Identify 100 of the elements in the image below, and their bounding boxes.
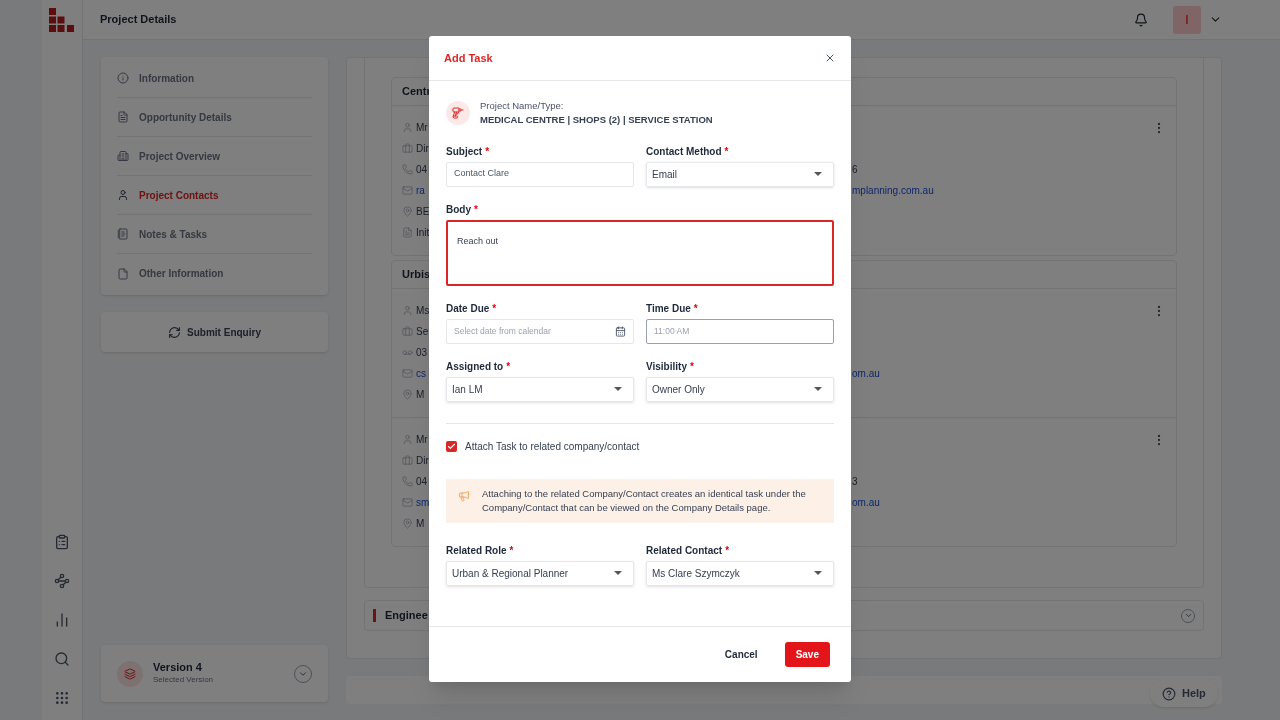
attach-checkbox[interactable]	[446, 440, 457, 452]
save-button[interactable]: Save	[784, 642, 830, 667]
nav-item[interactable]: Project Overview	[117, 137, 312, 176]
version-subtitle: Selected Version	[153, 674, 214, 687]
person-icon	[402, 434, 413, 445]
megaphone-icon	[458, 489, 470, 502]
contact-detail: Init	[416, 226, 430, 240]
date-field[interactable]: Select date from calendar	[446, 318, 634, 344]
contact-detail: Dir	[416, 454, 429, 468]
person-icon	[117, 189, 129, 201]
apps-grid-icon[interactable]	[54, 690, 70, 706]
nav-item[interactable]: Opportunity Details	[117, 98, 312, 137]
mail-icon	[402, 185, 413, 196]
contact-detail: Mr	[416, 121, 428, 135]
field-label: Body	[446, 202, 471, 217]
search-icon[interactable]	[54, 651, 70, 667]
contact-detail: 3	[852, 475, 858, 489]
required-mark: *	[725, 543, 730, 558]
person-icon	[402, 122, 413, 133]
email-link[interactable]: sm	[416, 495, 430, 510]
dropdown-caret-icon	[614, 387, 622, 391]
person-icon	[402, 305, 413, 316]
time-field[interactable]: 11:00 AM	[646, 318, 834, 344]
field-label: Contact Method	[646, 144, 722, 159]
required-mark: *	[509, 543, 514, 558]
briefcase-icon	[402, 455, 413, 466]
company-name: Urbis	[402, 267, 431, 283]
dropdown[interactable]: Ms Clare Szymczyk	[646, 560, 834, 586]
cancel-button[interactable]: Cancel	[713, 642, 769, 667]
nav-item[interactable]: Information	[117, 59, 312, 98]
field-label: Assigned to	[446, 359, 504, 374]
location-pin-icon	[402, 518, 413, 529]
help-button[interactable]: Help	[1150, 680, 1218, 707]
email-link[interactable]: om.au	[852, 495, 880, 510]
field-label: Date Due	[446, 301, 490, 316]
required-mark: *	[474, 202, 478, 217]
dropdown[interactable]: Ian LM	[446, 376, 634, 402]
email-link[interactable]: cs	[416, 366, 426, 381]
contact-detail: M	[416, 517, 425, 531]
contact-detail: 6	[852, 163, 858, 177]
field-label: Subject	[446, 144, 483, 159]
required-mark: *	[485, 144, 490, 159]
dropdown[interactable]: Owner Only	[646, 376, 834, 402]
nav-item[interactable]: Notes & Tasks	[117, 215, 312, 254]
notes-icon	[117, 228, 129, 240]
building-icon	[117, 150, 129, 162]
notification-bell-icon[interactable]	[1134, 12, 1148, 27]
field-label: Time Due	[646, 301, 691, 316]
email-link[interactable]: ra	[416, 183, 425, 198]
layers-badge	[117, 660, 143, 687]
required-mark: *	[724, 144, 729, 159]
email-link[interactable]: om.au	[852, 366, 880, 381]
nav-item[interactable]: Project Contacts	[117, 176, 312, 215]
phone-icon	[402, 476, 413, 487]
contact-detail: Dir	[416, 142, 429, 156]
section-title: Enginee	[385, 608, 428, 624]
version-card[interactable]: Version 4 Selected Version	[101, 645, 328, 702]
dropdown-caret-icon	[814, 172, 822, 176]
contact-detail: 03	[416, 346, 428, 360]
dropdown[interactable]: Urban & Regional Planner	[446, 560, 634, 586]
close-icon[interactable]	[824, 52, 836, 64]
dropdown[interactable]: Email	[646, 161, 834, 187]
contact-detail: Ms	[416, 304, 430, 318]
field-label: Related Role	[446, 543, 507, 558]
contact-detail: Se	[416, 325, 429, 339]
version-title: Version 4	[153, 660, 203, 675]
info-icon	[117, 72, 129, 84]
required-mark: *	[492, 301, 497, 316]
calendar-icon[interactable]	[615, 325, 626, 337]
contact-detail: BE	[416, 205, 430, 219]
document-icon	[402, 227, 413, 238]
nav-item[interactable]: Other Information	[117, 254, 312, 293]
logo-icon	[49, 7, 75, 33]
briefcase-icon	[402, 143, 413, 154]
chevron-down-icon	[1183, 611, 1193, 620]
dropdown-caret-icon	[814, 387, 822, 391]
required-mark: *	[689, 359, 694, 374]
document-icon	[117, 111, 129, 123]
clipboard-icon[interactable]	[54, 534, 70, 550]
user-avatar[interactable]: I	[1173, 5, 1201, 34]
mail-icon	[402, 497, 413, 508]
required-mark: *	[506, 359, 511, 374]
bar-chart-icon[interactable]	[54, 612, 70, 628]
contact-detail: 04	[416, 475, 428, 489]
subject-field[interactable]: Contact Clare	[446, 161, 634, 187]
field-label: Related Contact	[646, 543, 723, 558]
company-name: Centr	[402, 84, 431, 100]
phone-icon	[402, 164, 413, 175]
dropdown-caret-icon	[814, 571, 822, 575]
body-field[interactable]: Reach out	[446, 219, 834, 286]
drill-icon	[452, 107, 464, 120]
field-label: Visibility	[646, 359, 687, 374]
dialog-title: Add Task	[444, 50, 493, 66]
mail-icon	[402, 368, 413, 379]
briefcase-icon	[402, 326, 413, 337]
contact-detail: 04	[416, 163, 428, 177]
connections-icon[interactable]	[54, 573, 70, 589]
email-link[interactable]: mplanning.com.au	[852, 183, 934, 198]
submit-enquiry-button[interactable]: Submit Enquiry	[101, 312, 328, 352]
location-pin-icon	[402, 389, 413, 400]
